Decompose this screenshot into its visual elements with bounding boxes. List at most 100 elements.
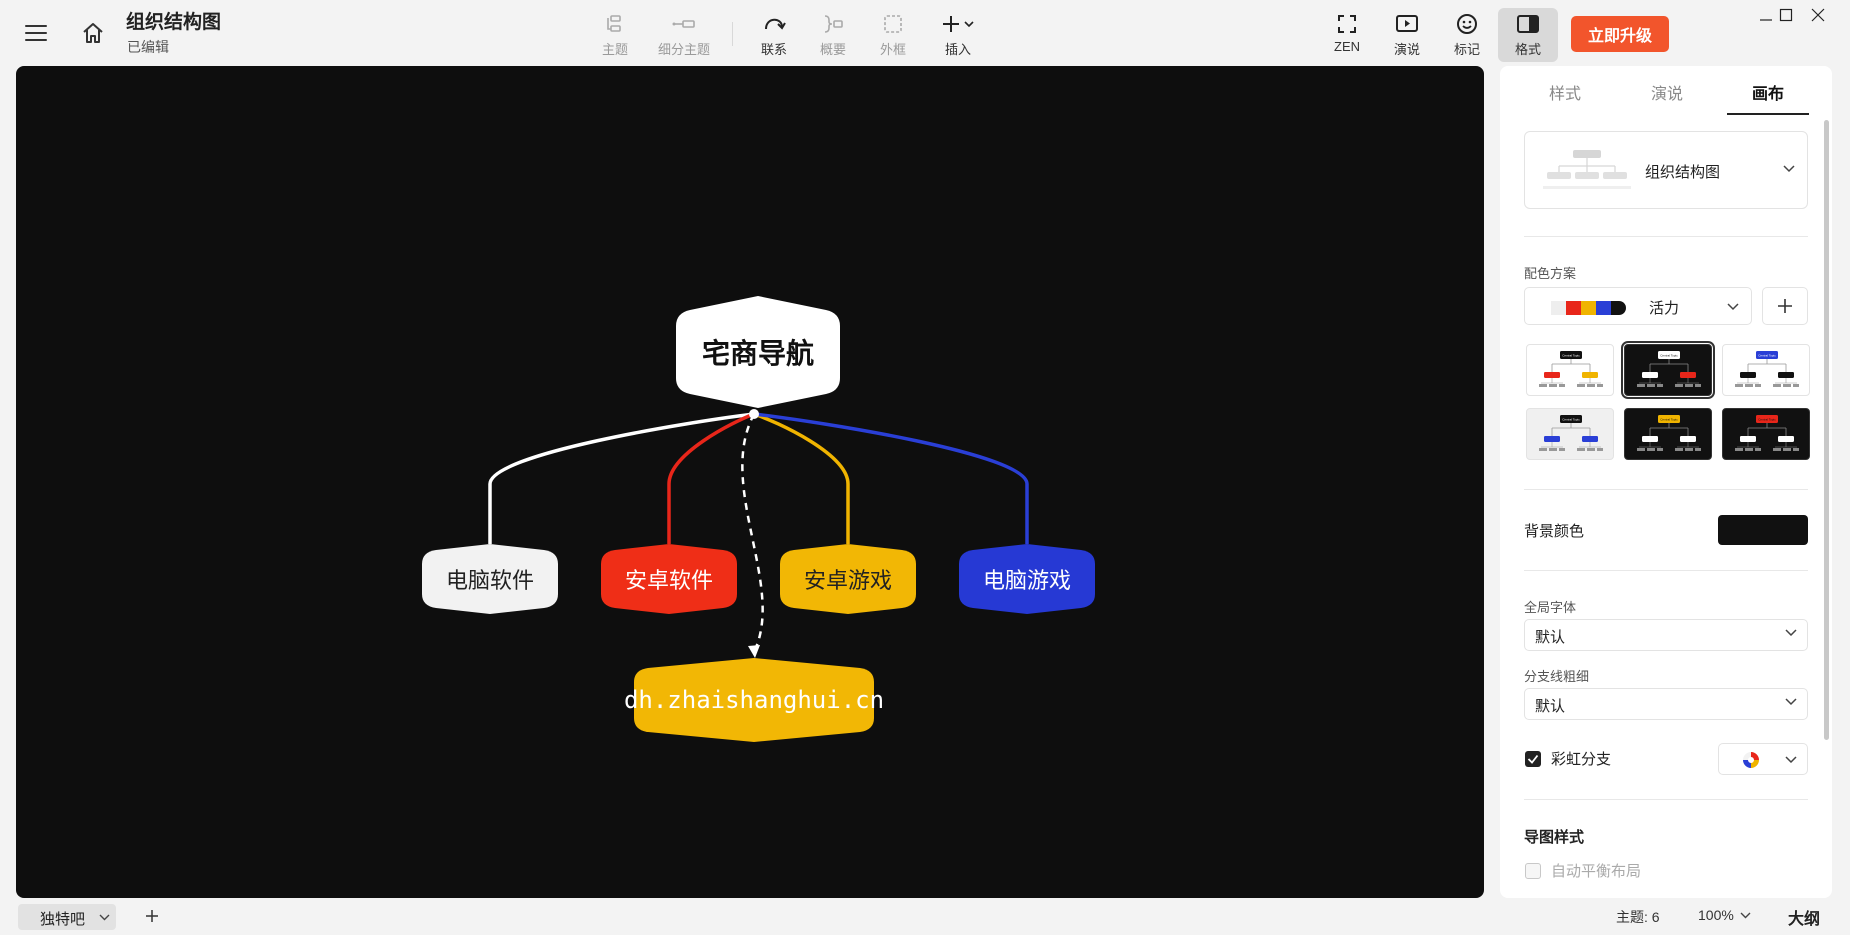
summary-brace-icon (803, 10, 863, 38)
central-topic[interactable]: 宅商导航 (676, 296, 840, 408)
relation-handle (749, 409, 759, 419)
divider (1524, 570, 1808, 571)
format-button[interactable]: 格式 (1498, 8, 1558, 62)
home-icon[interactable] (78, 18, 108, 48)
scheme-color-swatch (1596, 301, 1611, 315)
floating-topic-url[interactable]: dh.zhaishanghui.cn (624, 658, 884, 742)
topic-label: 安卓游戏 (803, 568, 892, 593)
chevron-down-icon (1727, 303, 1739, 311)
plus-dropdown-icon (928, 10, 988, 38)
svg-text:Central Topic: Central Topic (1758, 354, 1776, 358)
rainbow-colors-icon (1743, 752, 1759, 768)
scheme-color-swatch (1566, 301, 1581, 315)
insert-label: 插入 (944, 42, 971, 57)
auto-balance-checkbox[interactable] (1525, 863, 1541, 879)
active-tab-indicator (1727, 113, 1809, 115)
structure-template-select[interactable]: 组织结构图 (1524, 131, 1808, 209)
theme-thumbnail[interactable]: Central Topic (1722, 344, 1810, 396)
marker-label: 标记 (1453, 42, 1480, 57)
panel-tabs: 样式 演说 画布 (1500, 66, 1832, 116)
chevron-down-icon (1785, 698, 1797, 706)
svg-text:Central Topic: Central Topic (1660, 418, 1678, 422)
tab-present[interactable]: 演说 (1632, 80, 1702, 104)
branch-width-value: 默认 (1535, 698, 1566, 715)
zen-button[interactable]: ZEN (1317, 10, 1377, 60)
color-scheme-name: 活力 (1649, 300, 1680, 317)
topic-pc-software[interactable]: 电脑软件 (422, 544, 558, 614)
color-scheme-label: 配色方案 (1524, 266, 1577, 281)
sheet-name: 独特吧 (40, 911, 86, 928)
theme-thumbnail[interactable]: Central Topic (1722, 408, 1810, 460)
auto-balance-label: 自动平衡布局 (1551, 863, 1642, 880)
branch-line (667, 412, 755, 544)
zoom-select[interactable]: 100% (1698, 907, 1751, 923)
tab-style[interactable]: 样式 (1530, 80, 1600, 104)
summary-button[interactable]: 概要 (803, 10, 863, 60)
relation-button[interactable]: 联系 (744, 10, 804, 60)
topic-pc-games[interactable]: 电脑游戏 (959, 544, 1095, 614)
topic-label: 安卓软件 (624, 568, 713, 593)
add-sheet-button[interactable] (140, 904, 164, 928)
connector-lines (488, 409, 1029, 658)
branch-width-select[interactable]: 默认 (1524, 688, 1808, 720)
mindmap-canvas[interactable]: 宅商导航 电脑软件 安卓软件 安卓游戏 电脑游戏 dh.zhaishanghui… (16, 66, 1484, 898)
topic-count: 主题: 6 (1616, 909, 1660, 925)
org-chart-thumbnail-icon (1543, 150, 1631, 189)
svg-text:Central Topic: Central Topic (1562, 354, 1580, 358)
relation-curve-icon (744, 10, 804, 38)
zoom-level: 100% (1698, 907, 1734, 923)
play-screen-icon (1377, 10, 1437, 38)
document-title[interactable]: 组织结构图 (126, 7, 221, 34)
theme-thumbnail[interactable]: Central Topic (1526, 344, 1614, 396)
floating-topic-label: dh.zhaishanghui.cn (623, 686, 885, 714)
toolbar-divider (732, 22, 733, 46)
upgrade-button[interactable]: 立即升级 (1571, 16, 1669, 52)
summary-label: 概要 (819, 42, 846, 57)
boundary-label: 外框 (879, 42, 906, 57)
insert-button[interactable]: 插入 (928, 10, 988, 60)
template-name: 组织结构图 (1645, 164, 1721, 181)
rainbow-style-select[interactable] (1718, 743, 1808, 775)
scheme-color-swatch (1581, 301, 1596, 315)
scheme-color-swatch (1611, 301, 1626, 315)
status-bar: 独特吧 主题: 6 100% 大纲 (0, 898, 1850, 935)
color-scheme-select[interactable]: 活力 (1524, 287, 1752, 325)
global-font-select[interactable]: 默认 (1524, 619, 1808, 651)
divider (1524, 799, 1808, 800)
subtopic-button[interactable]: 细分主题 (654, 10, 714, 60)
outline-button[interactable]: 大纲 (1788, 905, 1820, 929)
panel-scrollbar[interactable] (1824, 120, 1829, 740)
format-panel-icon (1498, 10, 1558, 38)
topic-android-software[interactable]: 安卓软件 (601, 544, 737, 614)
branch-line (753, 412, 850, 544)
chevron-down-icon (1783, 165, 1795, 173)
topic-label: 电脑软件 (445, 568, 534, 593)
top-toolbar: 组织结构图 已编辑 主题 细分主题 联系 概要 外框 插入 ZEN 演说 标记 … (0, 0, 1850, 66)
hamburger-menu-icon[interactable] (22, 20, 50, 46)
svg-text:Central Topic: Central Topic (1562, 418, 1580, 422)
background-color-label: 背景颜色 (1524, 523, 1585, 540)
format-label: 格式 (1514, 42, 1541, 57)
global-font-label: 全局字体 (1524, 600, 1577, 615)
marker-button[interactable]: 标记 (1437, 10, 1497, 60)
chevron-down-icon (1785, 629, 1797, 637)
map-style-heading: 导图样式 (1524, 829, 1585, 846)
relation-label: 联系 (760, 42, 787, 57)
boundary-button[interactable]: 外框 (863, 10, 923, 60)
theme-thumbnail[interactable]: Central Topic (1621, 341, 1715, 399)
background-color-picker[interactable] (1718, 515, 1808, 545)
topic-button[interactable]: 主题 (585, 10, 645, 60)
close-icon[interactable] (1793, 0, 1843, 30)
topic-android-games[interactable]: 安卓游戏 (780, 544, 916, 614)
tab-canvas[interactable]: 画布 (1733, 80, 1803, 104)
sheet-tab[interactable]: 独特吧 (18, 904, 116, 930)
add-color-scheme-button[interactable] (1762, 287, 1808, 325)
present-button[interactable]: 演说 (1377, 10, 1437, 60)
document-status: 已编辑 (127, 39, 169, 55)
rainbow-branch-checkbox[interactable] (1525, 751, 1541, 767)
theme-thumbnail[interactable]: Central Topic (1624, 408, 1712, 460)
boundary-dashed-icon (863, 10, 923, 38)
chevron-down-icon (1785, 756, 1797, 764)
theme-thumbnail[interactable]: Central Topic (1526, 408, 1614, 460)
present-label: 演说 (1393, 42, 1420, 57)
